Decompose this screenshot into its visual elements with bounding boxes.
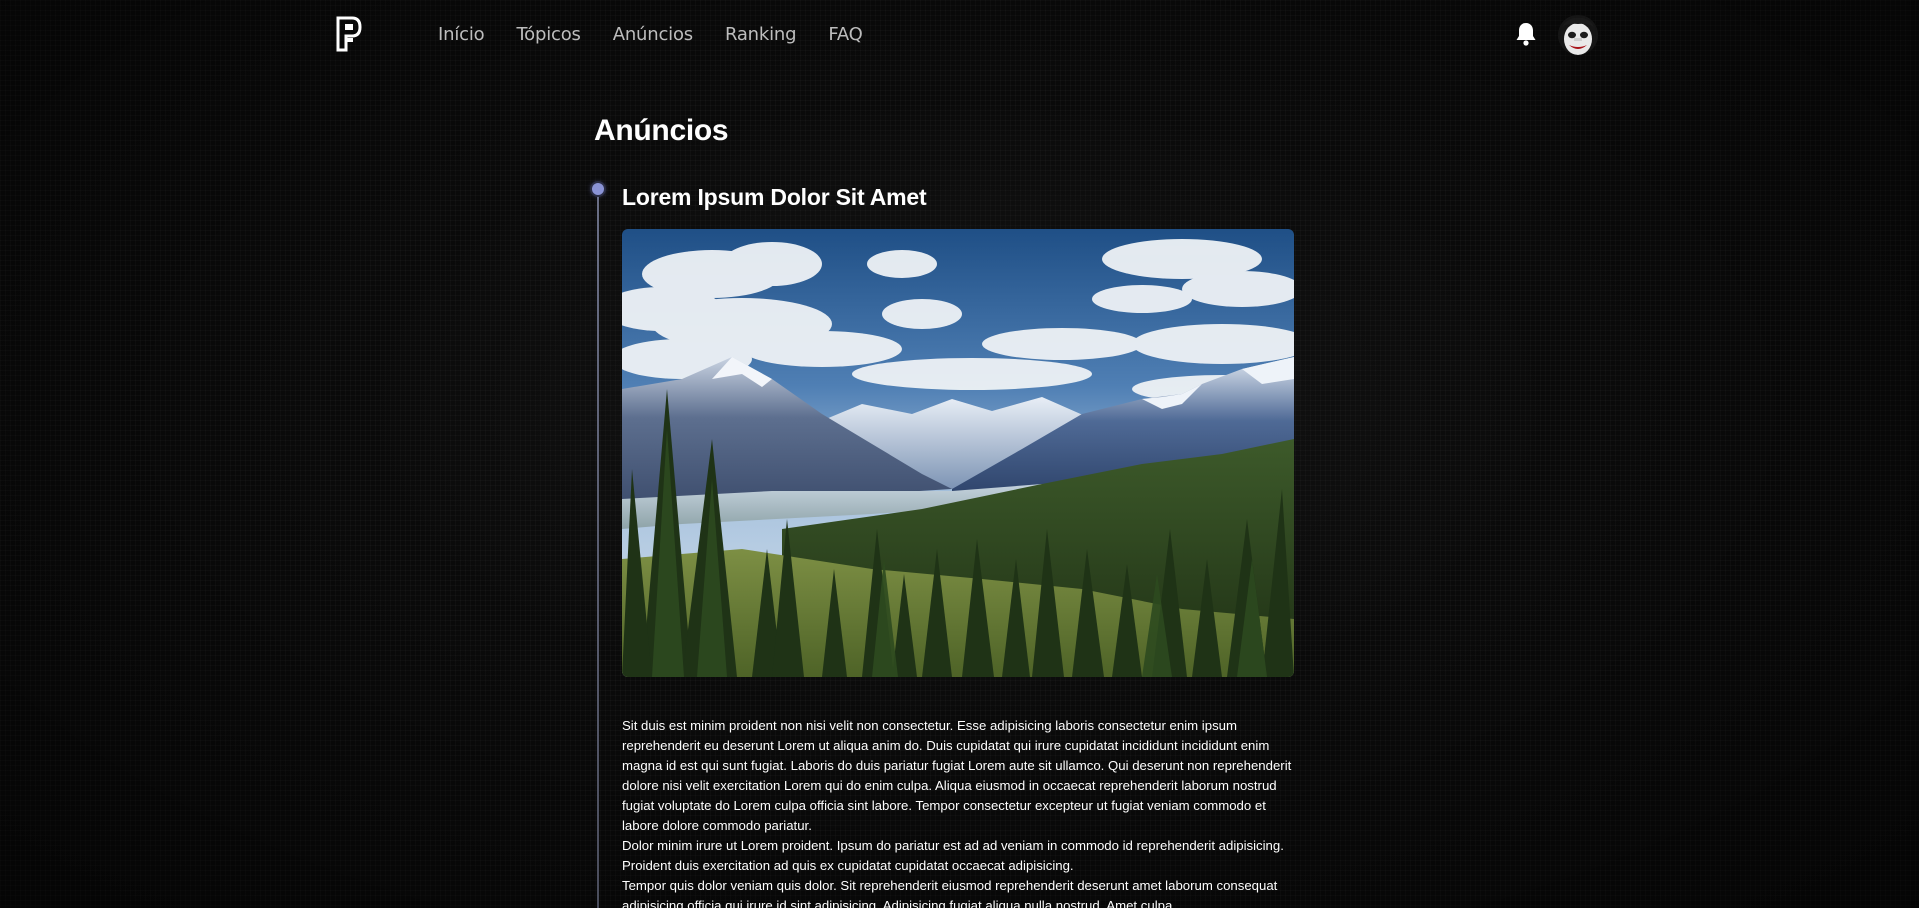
post-image (622, 229, 1294, 677)
nav-link-anuncios[interactable]: Anúncios (613, 23, 693, 47)
page-title: Anúncios (594, 114, 729, 147)
post-paragraph: Dolor minim irure ut Lorem proident. Ips… (622, 838, 1284, 873)
bell-icon[interactable] (1515, 21, 1537, 47)
timeline-dot (592, 183, 604, 195)
user-avatar[interactable] (1558, 15, 1598, 55)
logo-icon[interactable] (336, 16, 362, 52)
main-nav: Início Tópicos Anúncios Ranking FAQ (438, 23, 895, 47)
nav-link-inicio[interactable]: Início (438, 23, 485, 47)
nav-link-ranking[interactable]: Ranking (725, 23, 797, 47)
nav-link-topicos[interactable]: Tópicos (516, 23, 580, 47)
post-paragraph: Tempor quis dolor veniam quis dolor. Sit… (622, 878, 1278, 908)
nav-link-faq[interactable]: FAQ (828, 23, 862, 47)
top-navbar: Início Tópicos Anúncios Ranking FAQ (0, 0, 1919, 70)
post-title[interactable]: Lorem Ipsum Dolor Sit Amet (622, 181, 927, 213)
post-body: Sit duis est minim proident non nisi vel… (622, 716, 1294, 908)
timeline-line (597, 192, 599, 908)
post-paragraph: Sit duis est minim proident non nisi vel… (622, 718, 1292, 833)
